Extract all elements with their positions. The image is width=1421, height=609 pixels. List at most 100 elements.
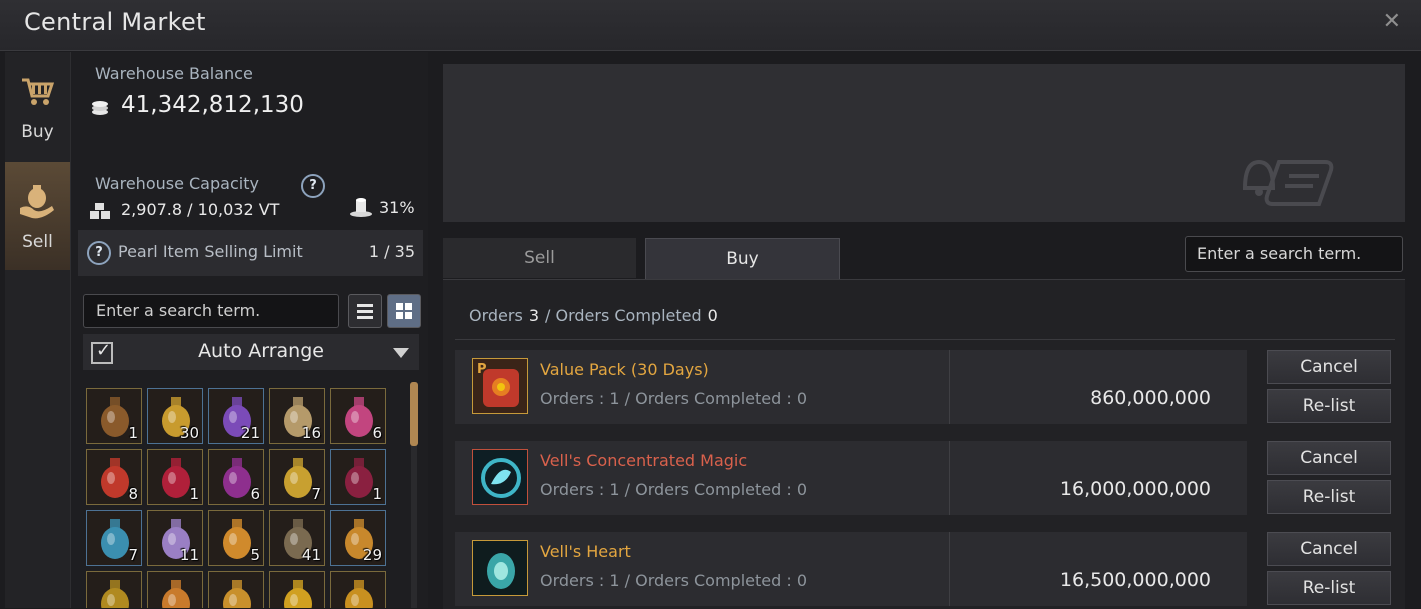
order-price: 860,000,000 xyxy=(1090,387,1211,409)
orange-vial-item-icon xyxy=(209,572,263,608)
inventory-slot[interactable]: 29 xyxy=(330,510,386,566)
relist-button[interactable]: Re-list xyxy=(1267,571,1391,605)
relist-button[interactable]: Re-list xyxy=(1267,389,1391,423)
auto-arrange-label: Auto Arrange xyxy=(198,340,324,362)
warehouse-balance-label: Warehouse Balance xyxy=(95,64,253,83)
tab-sell-label: Sell xyxy=(22,232,53,252)
capacity-help-icon[interactable]: ? xyxy=(301,174,325,198)
inventory-slot[interactable]: 16 xyxy=(269,388,325,444)
inventory-search-field xyxy=(83,294,339,328)
cancel-button[interactable]: Cancel xyxy=(1267,350,1391,384)
warehouse-panel: Warehouse Balance 41,342,812,130 Warehou… xyxy=(71,52,428,608)
orders-panel: Sell Buy Orders 3 / Orders Completed 0 xyxy=(429,52,1421,609)
pearl-limit-label: Pearl Item Selling Limit xyxy=(118,242,303,261)
orders-completed-count: 0 xyxy=(707,306,718,325)
item-count: 8 xyxy=(128,485,138,503)
relist-button[interactable]: Re-list xyxy=(1267,480,1391,514)
inventory-slot[interactable]: 7 xyxy=(86,510,142,566)
item-count: 5 xyxy=(250,546,260,564)
item-count: 7 xyxy=(311,485,321,503)
inventory-search-input[interactable] xyxy=(84,295,338,326)
tab-buy-label: Buy xyxy=(21,122,54,142)
title-bar[interactable]: Central Market ✕ xyxy=(0,0,1421,51)
orders-label: Orders xyxy=(469,306,523,325)
inventory-slot[interactable]: 6 xyxy=(330,388,386,444)
inventory-slot[interactable]: 5 xyxy=(208,510,264,566)
close-icon[interactable]: ✕ xyxy=(1383,9,1401,34)
orders-search-input[interactable] xyxy=(1186,237,1403,270)
auto-arrange-checkbox[interactable]: ✓ xyxy=(91,340,113,364)
inventory-slot[interactable]: 11 xyxy=(147,510,203,566)
inventory-slot[interactable] xyxy=(86,571,142,608)
warehouse-capacity-label: Warehouse Capacity xyxy=(95,174,259,193)
inventory-slot[interactable]: 1 xyxy=(147,449,203,505)
inventory-scrollbar-thumb[interactable] xyxy=(410,382,418,446)
item-count: 6 xyxy=(372,424,382,442)
checkmark-icon: ✓ xyxy=(96,340,112,361)
item-count: 1 xyxy=(128,424,138,442)
bell-scroll-icon xyxy=(1242,159,1334,206)
order-price: 16,000,000,000 xyxy=(1059,478,1211,500)
weight-boxes-icon xyxy=(90,203,110,219)
tab-sell[interactable]: Sell xyxy=(5,162,70,270)
inventory-slot[interactable] xyxy=(147,571,203,608)
order-divider xyxy=(949,441,950,515)
item-count: 7 xyxy=(128,546,138,564)
inventory-slot[interactable]: 21 xyxy=(208,388,264,444)
orders-search-field xyxy=(1185,236,1403,272)
inventory-slot[interactable] xyxy=(330,571,386,608)
order-item-name: Vell's Concentrated Magic xyxy=(540,451,748,470)
auto-arrange-dropdown[interactable]: ✓ Auto Arrange xyxy=(83,334,419,370)
inventory-slot[interactable]: 6 xyxy=(208,449,264,505)
orders-list-area: Orders 3 / Orders Completed 0 P Value Pack … xyxy=(443,279,1405,609)
grid-view-button[interactable] xyxy=(387,294,421,328)
svg-text:P: P xyxy=(477,362,487,377)
inventory-slot[interactable]: 7 xyxy=(269,449,325,505)
inventory-slot[interactable]: 1 xyxy=(330,449,386,505)
item-count: 41 xyxy=(301,546,321,564)
order-divider xyxy=(949,350,950,424)
tab-sell-orders[interactable]: Sell xyxy=(443,238,636,278)
order-row: Vell's Concentrated Magic Orders : 1 / O… xyxy=(455,441,1247,515)
window-title: Central Market xyxy=(24,8,206,36)
cart-icon xyxy=(22,78,55,105)
order-item-status: Orders : 1 / Orders Completed : 0 xyxy=(540,480,808,499)
mode-tab-rail: Buy Sell xyxy=(5,52,71,608)
warehouse-balance-value: 41,342,812,130 xyxy=(121,92,304,118)
vells-heart-icon xyxy=(472,540,528,596)
central-market-window: Central Market ✕ Buy Sell Warehouse Bala xyxy=(0,0,1421,609)
list-view-button[interactable] xyxy=(348,294,382,328)
list-icon xyxy=(357,304,373,319)
order-row: P Value Pack (30 Days) Orders : 1 / Orde… xyxy=(455,350,1247,424)
order-item-status: Orders : 1 / Orders Completed : 0 xyxy=(540,571,808,590)
inventory-slot[interactable]: 30 xyxy=(147,388,203,444)
value-pack-icon: P xyxy=(472,358,528,414)
inventory-slot[interactable]: 41 xyxy=(269,510,325,566)
orders-completed-label: Orders Completed xyxy=(555,306,702,325)
gold-coin-item-icon xyxy=(270,572,324,608)
summary-separator: / xyxy=(545,306,551,325)
cancel-button[interactable]: Cancel xyxy=(1267,441,1391,475)
tab-buy-orders[interactable]: Buy xyxy=(645,238,840,279)
orders-summary: Orders 3 / Orders Completed 0 xyxy=(469,306,724,325)
item-count: 11 xyxy=(179,546,199,564)
orange-flask-item-icon xyxy=(148,572,202,608)
inventory-slot[interactable]: 1 xyxy=(86,388,142,444)
tab-buy[interactable]: Buy xyxy=(5,52,70,160)
notification-area xyxy=(443,64,1405,222)
pearl-help-icon[interactable]: ? xyxy=(87,241,111,265)
silver-coins-icon xyxy=(92,101,108,115)
inventory-slot[interactable] xyxy=(208,571,264,608)
item-count: 6 xyxy=(250,485,260,503)
inventory-slot[interactable] xyxy=(269,571,325,608)
item-count: 1 xyxy=(189,485,199,503)
cancel-button[interactable]: Cancel xyxy=(1267,532,1391,566)
order-item-name: Vell's Heart xyxy=(540,542,631,561)
concentrated-magic-icon xyxy=(472,449,528,505)
grid-icon xyxy=(396,303,412,319)
warehouse-capacity-value: 2,907.8 / 10,032 VT xyxy=(121,200,280,219)
pearl-limit-value: 1 / 35 xyxy=(368,242,415,261)
order-divider xyxy=(949,532,950,606)
capacity-percent: 31% xyxy=(379,198,415,217)
inventory-slot[interactable]: 8 xyxy=(86,449,142,505)
